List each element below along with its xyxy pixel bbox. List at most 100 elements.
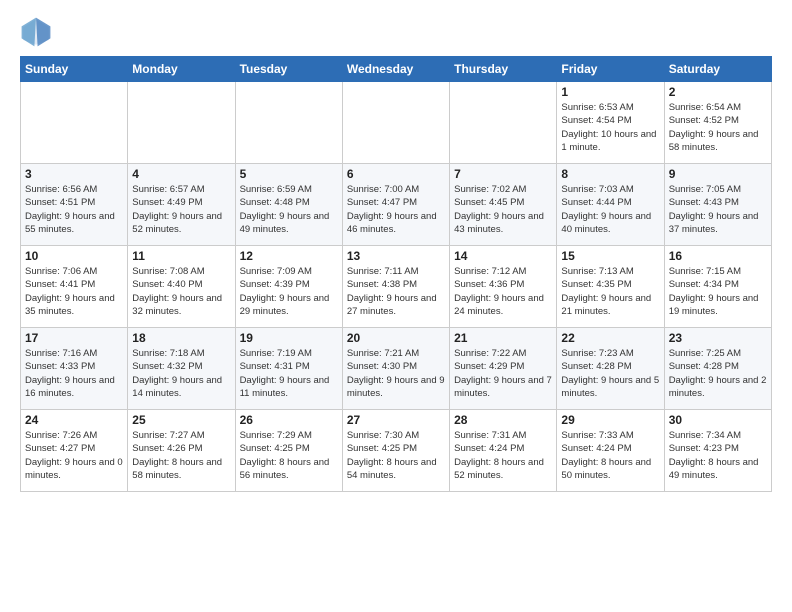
- calendar-cell: 24Sunrise: 7:26 AM Sunset: 4:27 PM Dayli…: [21, 410, 128, 492]
- day-number: 8: [561, 167, 659, 181]
- day-number: 19: [240, 331, 338, 345]
- day-info: Sunrise: 7:13 AM Sunset: 4:35 PM Dayligh…: [561, 265, 659, 318]
- day-number: 26: [240, 413, 338, 427]
- weekday-header: Thursday: [450, 57, 557, 82]
- calendar-cell: 23 Sunrise: 7:25 AM Sunset: 4:28 PM Dayli…: [664, 328, 771, 410]
- calendar-cell: 2Sunrise: 6:54 AM Sunset: 4:52 PM Daylig…: [664, 82, 771, 164]
- weekday-header: Wednesday: [342, 57, 449, 82]
- page: SundayMondayTuesdayWednesdayThursdayFrid…: [0, 0, 792, 612]
- calendar-cell: 19 Sunrise: 7:19 AM Sunset: 4:31 PM Dayli…: [235, 328, 342, 410]
- day-info: Sunrise: 7:27 AM Sunset: 4:26 PM Dayligh…: [132, 429, 230, 482]
- calendar-cell: 21 Sunrise: 7:22 AM Sunset: 4:29 PM Dayli…: [450, 328, 557, 410]
- calendar-week-row: 3 Sunrise: 6:56 AM Sunset: 4:51 PM Daylig…: [21, 164, 772, 246]
- day-number: 5: [240, 167, 338, 181]
- calendar-cell: 3 Sunrise: 6:56 AM Sunset: 4:51 PM Daylig…: [21, 164, 128, 246]
- day-number: 4: [132, 167, 230, 181]
- day-info: Sunrise: 7:03 AM Sunset: 4:44 PM Dayligh…: [561, 183, 659, 236]
- calendar-cell: [342, 82, 449, 164]
- calendar-cell: 11 Sunrise: 7:08 AM Sunset: 4:40 PM Dayli…: [128, 246, 235, 328]
- calendar-cell: 17 Sunrise: 7:16 AM Sunset: 4:33 PM Dayli…: [21, 328, 128, 410]
- calendar-cell: 6 Sunrise: 7:00 AM Sunset: 4:47 PM Daylig…: [342, 164, 449, 246]
- day-number: 30: [669, 413, 767, 427]
- calendar-week-row: 10Sunrise: 7:06 AM Sunset: 4:41 PM Dayli…: [21, 246, 772, 328]
- day-info: Sunrise: 7:30 AM Sunset: 4:25 PM Dayligh…: [347, 429, 445, 482]
- calendar-cell: 25 Sunrise: 7:27 AM Sunset: 4:26 PM Dayli…: [128, 410, 235, 492]
- calendar-cell: 27 Sunrise: 7:30 AM Sunset: 4:25 PM Dayli…: [342, 410, 449, 492]
- day-info: Sunrise: 7:12 AM Sunset: 4:36 PM Dayligh…: [454, 265, 552, 318]
- day-number: 6: [347, 167, 445, 181]
- calendar: SundayMondayTuesdayWednesdayThursdayFrid…: [20, 56, 772, 492]
- calendar-cell: 7Sunrise: 7:02 AM Sunset: 4:45 PM Daylig…: [450, 164, 557, 246]
- day-info: Sunrise: 6:59 AM Sunset: 4:48 PM Dayligh…: [240, 183, 338, 236]
- day-info: Sunrise: 7:02 AM Sunset: 4:45 PM Dayligh…: [454, 183, 552, 236]
- day-number: 12: [240, 249, 338, 263]
- day-info: Sunrise: 6:56 AM Sunset: 4:51 PM Dayligh…: [25, 183, 123, 236]
- calendar-cell: 26Sunrise: 7:29 AM Sunset: 4:25 PM Dayli…: [235, 410, 342, 492]
- day-number: 18: [132, 331, 230, 345]
- day-number: 24: [25, 413, 123, 427]
- day-info: Sunrise: 7:16 AM Sunset: 4:33 PM Dayligh…: [25, 347, 123, 400]
- weekday-header: Sunday: [21, 57, 128, 82]
- calendar-cell: 20 Sunrise: 7:21 AM Sunset: 4:30 PM Dayli…: [342, 328, 449, 410]
- calendar-cell: 12 Sunrise: 7:09 AM Sunset: 4:39 PM Dayli…: [235, 246, 342, 328]
- day-number: 2: [669, 85, 767, 99]
- day-number: 11: [132, 249, 230, 263]
- calendar-cell: 22Sunrise: 7:23 AM Sunset: 4:28 PM Dayli…: [557, 328, 664, 410]
- calendar-cell: 9Sunrise: 7:05 AM Sunset: 4:43 PM Daylig…: [664, 164, 771, 246]
- day-number: 28: [454, 413, 552, 427]
- day-info: Sunrise: 7:09 AM Sunset: 4:39 PM Dayligh…: [240, 265, 338, 318]
- day-info: Sunrise: 7:19 AM Sunset: 4:31 PM Dayligh…: [240, 347, 338, 400]
- day-info: Sunrise: 7:18 AM Sunset: 4:32 PM Dayligh…: [132, 347, 230, 400]
- logo: [20, 16, 56, 48]
- header: [20, 16, 772, 48]
- day-number: 22: [561, 331, 659, 345]
- weekday-header: Monday: [128, 57, 235, 82]
- calendar-cell: 8 Sunrise: 7:03 AM Sunset: 4:44 PM Daylig…: [557, 164, 664, 246]
- calendar-cell: 4 Sunrise: 6:57 AM Sunset: 4:49 PM Daylig…: [128, 164, 235, 246]
- calendar-cell: 16 Sunrise: 7:15 AM Sunset: 4:34 PM Dayli…: [664, 246, 771, 328]
- calendar-header-row: SundayMondayTuesdayWednesdayThursdayFrid…: [21, 57, 772, 82]
- day-info: Sunrise: 6:57 AM Sunset: 4:49 PM Dayligh…: [132, 183, 230, 236]
- calendar-cell: 13Sunrise: 7:11 AM Sunset: 4:38 PM Dayli…: [342, 246, 449, 328]
- day-number: 16: [669, 249, 767, 263]
- day-number: 20: [347, 331, 445, 345]
- weekday-header: Tuesday: [235, 57, 342, 82]
- calendar-cell: 1 Sunrise: 6:53 AM Sunset: 4:54 PM Daylig…: [557, 82, 664, 164]
- day-number: 3: [25, 167, 123, 181]
- day-number: 14: [454, 249, 552, 263]
- day-info: Sunrise: 7:33 AM Sunset: 4:24 PM Dayligh…: [561, 429, 659, 482]
- day-info: Sunrise: 7:00 AM Sunset: 4:47 PM Dayligh…: [347, 183, 445, 236]
- day-info: Sunrise: 7:25 AM Sunset: 4:28 PM Dayligh…: [669, 347, 767, 400]
- day-info: Sunrise: 7:34 AM Sunset: 4:23 PM Dayligh…: [669, 429, 767, 482]
- day-number: 25: [132, 413, 230, 427]
- calendar-cell: 29 Sunrise: 7:33 AM Sunset: 4:24 PM Dayli…: [557, 410, 664, 492]
- calendar-week-row: 24Sunrise: 7:26 AM Sunset: 4:27 PM Dayli…: [21, 410, 772, 492]
- day-number: 1: [561, 85, 659, 99]
- day-number: 27: [347, 413, 445, 427]
- day-info: Sunrise: 7:15 AM Sunset: 4:34 PM Dayligh…: [669, 265, 767, 318]
- day-number: 10: [25, 249, 123, 263]
- calendar-cell: 15 Sunrise: 7:13 AM Sunset: 4:35 PM Dayli…: [557, 246, 664, 328]
- day-number: 15: [561, 249, 659, 263]
- calendar-cell: 28Sunrise: 7:31 AM Sunset: 4:24 PM Dayli…: [450, 410, 557, 492]
- day-info: Sunrise: 6:53 AM Sunset: 4:54 PM Dayligh…: [561, 101, 659, 154]
- day-info: Sunrise: 7:11 AM Sunset: 4:38 PM Dayligh…: [347, 265, 445, 318]
- day-info: Sunrise: 7:22 AM Sunset: 4:29 PM Dayligh…: [454, 347, 552, 400]
- day-number: 21: [454, 331, 552, 345]
- day-number: 23: [669, 331, 767, 345]
- day-info: Sunrise: 7:21 AM Sunset: 4:30 PM Dayligh…: [347, 347, 445, 400]
- calendar-week-row: 1 Sunrise: 6:53 AM Sunset: 4:54 PM Daylig…: [21, 82, 772, 164]
- calendar-cell: 5 Sunrise: 6:59 AM Sunset: 4:48 PM Daylig…: [235, 164, 342, 246]
- calendar-cell: 18 Sunrise: 7:18 AM Sunset: 4:32 PM Dayli…: [128, 328, 235, 410]
- calendar-cell: [450, 82, 557, 164]
- day-info: Sunrise: 7:05 AM Sunset: 4:43 PM Dayligh…: [669, 183, 767, 236]
- calendar-cell: 14 Sunrise: 7:12 AM Sunset: 4:36 PM Dayli…: [450, 246, 557, 328]
- logo-icon: [20, 16, 52, 48]
- weekday-header: Friday: [557, 57, 664, 82]
- day-info: Sunrise: 7:08 AM Sunset: 4:40 PM Dayligh…: [132, 265, 230, 318]
- day-number: 29: [561, 413, 659, 427]
- calendar-cell: 30 Sunrise: 7:34 AM Sunset: 4:23 PM Dayli…: [664, 410, 771, 492]
- calendar-week-row: 17 Sunrise: 7:16 AM Sunset: 4:33 PM Dayli…: [21, 328, 772, 410]
- calendar-cell: 10Sunrise: 7:06 AM Sunset: 4:41 PM Dayli…: [21, 246, 128, 328]
- day-number: 17: [25, 331, 123, 345]
